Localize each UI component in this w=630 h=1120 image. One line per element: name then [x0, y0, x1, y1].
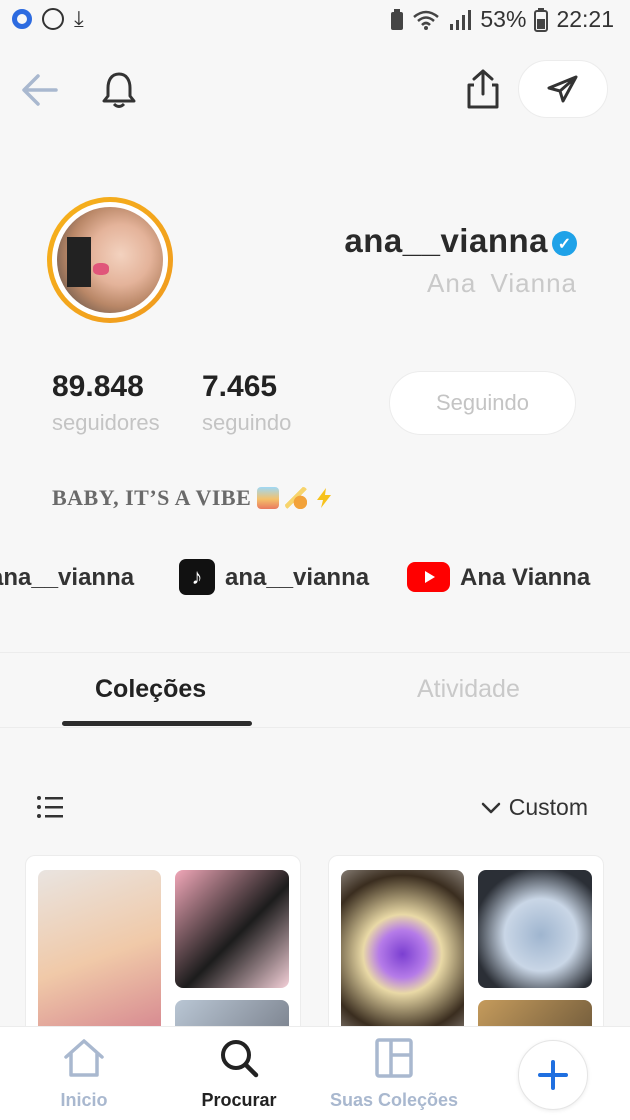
sort-dropdown[interactable]: Custom	[481, 794, 588, 821]
tiktok-icon[interactable]: ♪	[179, 559, 215, 595]
tiktok-link[interactable]: ana__vianna	[225, 564, 369, 592]
list-view-icon[interactable]	[36, 794, 64, 820]
plus-icon	[538, 1060, 568, 1090]
social-links: ana__vianna ♪ ana__vianna Ana Vianna	[0, 556, 630, 600]
instagram-link[interactable]: ana__vianna	[0, 564, 134, 592]
following-button[interactable]: Seguindo	[389, 371, 576, 435]
active-tab-indicator	[62, 721, 252, 726]
bio: BABY, IT’S A VIBE	[52, 485, 335, 511]
rainbow-emoji-icon	[257, 487, 280, 509]
collection-card[interactable]	[328, 855, 604, 1055]
tab-collections[interactable]: Coleções	[95, 675, 206, 704]
collection-thumbnail	[175, 870, 289, 988]
avatar-photo	[57, 207, 163, 313]
followers-count: 89.848	[52, 370, 144, 403]
chevron-down-icon	[481, 802, 500, 813]
bottom-nav: Inicio Procurar Suas Coleções	[0, 1026, 630, 1120]
lightning-emoji-icon	[313, 487, 335, 509]
followers-stat[interactable]: 89.848 seguidores	[52, 370, 160, 436]
username-row: ana__vianna	[344, 222, 578, 260]
battery-icon	[534, 7, 549, 32]
signal-icon	[450, 9, 472, 30]
display-name: Ana Vianna	[427, 268, 577, 298]
status-bar: ⤓ 53% 22:21	[0, 0, 630, 44]
top-nav	[0, 60, 630, 120]
username: ana__vianna	[344, 222, 548, 259]
collection-thumbnail	[478, 870, 592, 988]
following-label: seguindo	[202, 410, 292, 435]
tab-activity[interactable]: Atividade	[417, 675, 520, 704]
collection-card[interactable]	[25, 855, 301, 1055]
nav-collections[interactable]: Suas Coleções	[328, 1037, 460, 1111]
search-icon	[221, 1040, 259, 1078]
bio-text: BABY, IT’S A VIBE	[52, 485, 252, 510]
nav-search[interactable]: Procurar	[196, 1037, 282, 1111]
opera-icon	[12, 9, 32, 29]
youtube-icon[interactable]	[407, 562, 450, 592]
share-icon[interactable]	[464, 68, 502, 110]
clock: 22:21	[556, 6, 614, 32]
verified-badge-icon: ✓	[552, 231, 577, 256]
comet-emoji-icon	[285, 487, 308, 509]
back-arrow-icon[interactable]	[20, 72, 60, 108]
wifi-icon	[413, 10, 440, 30]
following-stat[interactable]: 7.465 seguindo	[202, 370, 291, 436]
following-count: 7.465	[202, 370, 278, 403]
home-icon	[64, 1039, 104, 1077]
add-button[interactable]	[518, 1040, 588, 1110]
nav-home-label: Inicio	[60, 1090, 108, 1110]
send-icon	[547, 75, 578, 103]
nav-home[interactable]: Inicio	[52, 1037, 116, 1111]
download-icon: ⤓	[74, 6, 84, 31]
send-button[interactable]	[518, 60, 608, 118]
battery-percent: 53%	[480, 6, 527, 32]
collections-grid-icon	[375, 1038, 413, 1078]
profile-tabs: Coleções Atividade	[0, 652, 630, 728]
nav-search-label: Procurar	[201, 1090, 277, 1110]
battery-saver-icon	[391, 8, 404, 30]
avatar[interactable]	[47, 197, 173, 323]
nav-collections-label: Suas Coleções	[329, 1090, 459, 1110]
sort-label: Custom	[508, 794, 588, 820]
whatsapp-icon	[42, 8, 64, 30]
bell-icon[interactable]	[100, 70, 138, 110]
followers-label: seguidores	[52, 410, 160, 435]
youtube-link[interactable]: Ana Vianna	[460, 564, 590, 592]
